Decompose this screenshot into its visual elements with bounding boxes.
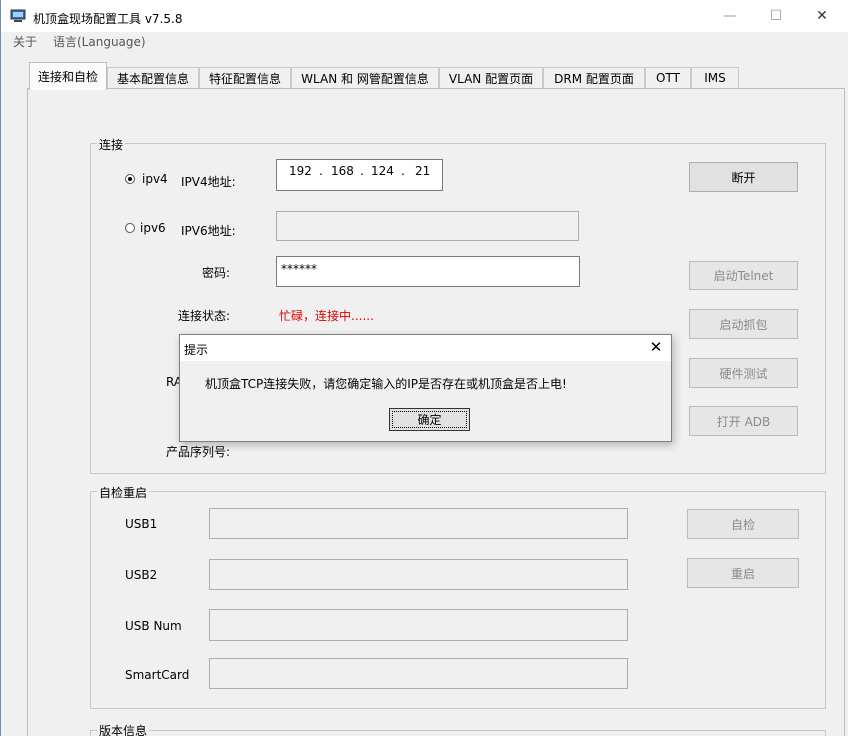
disconnect-button[interactable]: 断开 — [689, 162, 798, 192]
dialog-title: 提示 — [184, 343, 209, 357]
ipv4-dot: . — [401, 164, 405, 178]
reboot-button[interactable]: 重启 — [687, 558, 799, 588]
ipv4-radio-label[interactable]: ipv4 — [142, 172, 168, 186]
connect-group-label: 连接 — [97, 136, 126, 153]
password-value: ****** — [281, 262, 317, 276]
smartcard-field — [209, 658, 628, 689]
title-bar[interactable]: 机顶盒现场配置工具 v7.5.8 — ☐ ✕ — [1, 0, 848, 32]
ipv4-octet-2: 168 — [331, 164, 354, 178]
ipv4-octet-3: 124 — [371, 164, 394, 178]
tab-drm-config[interactable]: DRM 配置页面 — [543, 67, 645, 88]
app-icon — [10, 9, 26, 23]
dialog-ok-button[interactable]: 确定 — [389, 408, 470, 431]
dialog-title-bar[interactable]: 提示 ✕ — [180, 335, 671, 361]
tab-wlan-config[interactable]: WLAN 和 网管配置信息 — [291, 67, 439, 88]
version-group-label: 版本信息 — [97, 722, 150, 736]
tab-ott[interactable]: OTT — [645, 67, 691, 88]
menu-about[interactable]: 关于 — [13, 33, 37, 50]
window-title: 机顶盒现场配置工具 v7.5.8 — [33, 12, 183, 26]
password-label: 密码: — [202, 266, 231, 280]
main-window: 机顶盒现场配置工具 v7.5.8 — ☐ ✕ 关于 语言(Language) 连… — [0, 0, 848, 736]
usb2-label: USB2 — [125, 568, 158, 582]
ipv6-address-input[interactable] — [276, 211, 579, 241]
menu-language[interactable]: 语言(Language) — [53, 33, 146, 50]
serial-number-label: 产品序列号: — [166, 445, 231, 459]
tab-feature-config[interactable]: 特征配置信息 — [199, 67, 291, 88]
minimize-button[interactable]: — — [707, 0, 753, 32]
tab-basic-config[interactable]: 基本配置信息 — [107, 67, 199, 88]
ipv6-radio[interactable] — [125, 223, 135, 233]
dialog-message: 机顶盒TCP连接失败，请您确定输入的IP是否存在或机顶盒是否上电! — [205, 377, 567, 391]
selfcheck-group-label: 自检重启 — [97, 484, 150, 501]
start-telnet-button[interactable]: 启动Telnet — [689, 261, 798, 290]
focus-rect — [392, 411, 467, 428]
version-group — [90, 730, 826, 736]
ipv4-radio[interactable] — [125, 174, 135, 184]
hardware-test-button[interactable]: 硬件测试 — [689, 358, 798, 388]
tab-connect-selfcheck[interactable]: 连接和自检 — [29, 62, 107, 90]
usb-num-label: USB Num — [125, 619, 182, 633]
maximize-button[interactable]: ☐ — [753, 0, 799, 32]
ipv6-radio-label[interactable]: ipv6 — [140, 221, 166, 235]
close-button[interactable]: ✕ — [799, 0, 845, 32]
ipv4-address-label: IPV4地址: — [181, 175, 236, 189]
usb2-field — [209, 559, 628, 590]
ipv4-octet-1: 192 — [289, 164, 312, 178]
open-adb-button[interactable]: 打开 ADB — [689, 406, 798, 436]
start-capture-button[interactable]: 启动抓包 — [689, 309, 798, 339]
ipv4-dot: . — [319, 164, 323, 178]
tab-vlan-config[interactable]: VLAN 配置页面 — [439, 67, 543, 88]
smartcard-label: SmartCard — [125, 668, 190, 682]
usb-num-field — [209, 609, 628, 641]
ipv4-dot: . — [360, 164, 364, 178]
alert-dialog: 提示 ✕ 机顶盒TCP连接失败，请您确定输入的IP是否存在或机顶盒是否上电! 确… — [179, 334, 672, 442]
dialog-close-icon[interactable]: ✕ — [645, 338, 667, 358]
ipv4-address-input[interactable]: 192 . 168 . 124 . 21 — [276, 159, 443, 191]
usb1-field — [209, 508, 628, 539]
ipv4-octet-4: 21 — [415, 164, 431, 178]
usb1-label: USB1 — [125, 517, 158, 531]
tab-ims[interactable]: IMS — [691, 67, 739, 88]
password-input[interactable]: ****** — [276, 256, 580, 287]
connection-status-value: 忙碌，连接中...... — [279, 309, 374, 323]
selfcheck-button[interactable]: 自检 — [687, 509, 799, 539]
connection-status-label: 连接状态: — [178, 309, 231, 323]
ipv6-address-label: IPV6地址: — [181, 224, 236, 238]
